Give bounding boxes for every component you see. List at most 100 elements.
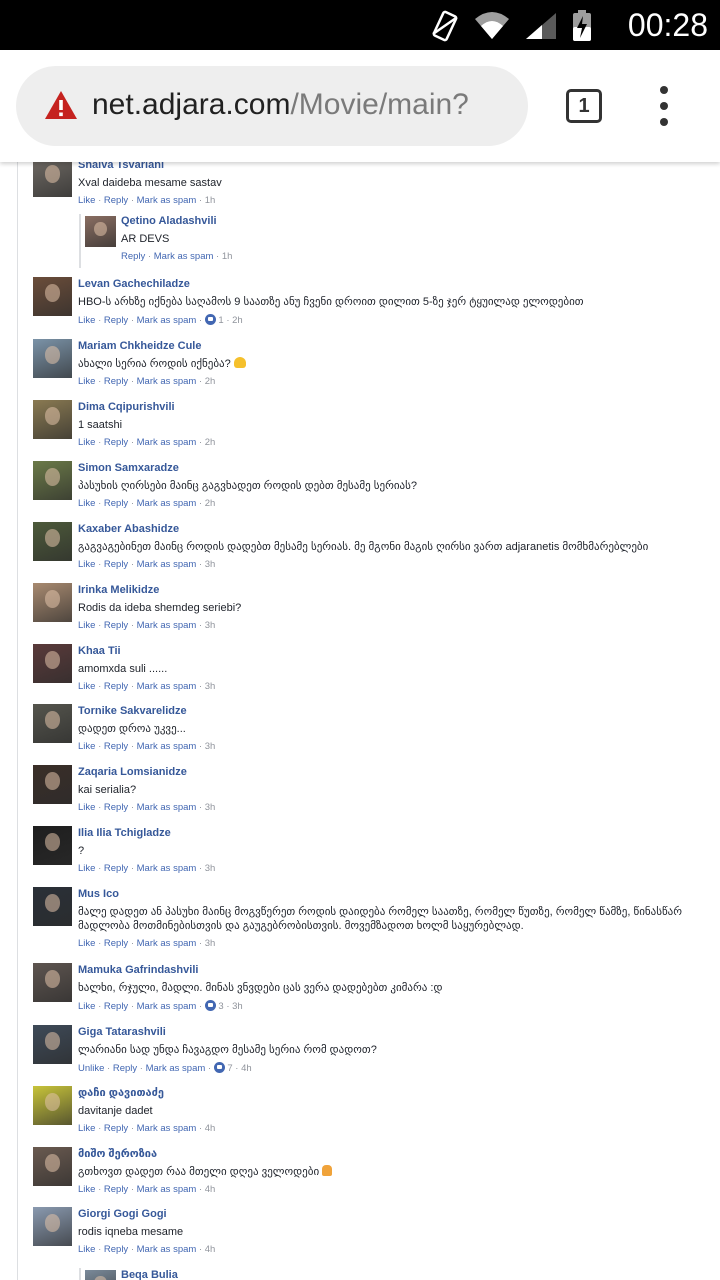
like-thumb-icon[interactable] — [204, 314, 216, 325]
like-link[interactable]: Like — [78, 1123, 95, 1134]
mark-as-spam-link[interactable]: Mark as spam — [137, 1123, 197, 1134]
commenter-name[interactable]: Dima Cqipurishvili — [78, 400, 720, 414]
like-link[interactable]: Like — [78, 1184, 95, 1195]
overflow-menu-icon[interactable] — [652, 86, 676, 126]
commenter-name[interactable]: Qetino Aladashvili — [121, 214, 720, 228]
like-link[interactable]: Like — [78, 1244, 95, 1255]
reply-link[interactable]: Reply — [104, 620, 128, 631]
mark-as-spam-link[interactable]: Mark as spam — [137, 802, 197, 813]
comment-time[interactable]: 3h — [205, 681, 216, 692]
comment-time[interactable]: 4h — [205, 1244, 216, 1255]
mark-as-spam-link[interactable]: Mark as spam — [137, 620, 197, 631]
reply-link[interactable]: Reply — [104, 1123, 128, 1134]
like-count[interactable]: 7 — [225, 1063, 232, 1074]
like-link[interactable]: Like — [78, 681, 95, 692]
comment-time[interactable]: 1h — [205, 195, 216, 206]
avatar[interactable] — [33, 887, 72, 926]
avatar[interactable] — [33, 963, 72, 1002]
comments-feed[interactable]: Shalva Tsvariani Xval daideba mesame sast… — [0, 162, 720, 1280]
mark-as-spam-link[interactable]: Mark as spam — [137, 741, 197, 752]
reply-link[interactable]: Reply — [104, 437, 128, 448]
reply-link[interactable]: Reply — [104, 863, 128, 874]
mark-as-spam-link[interactable]: Mark as spam — [154, 251, 214, 262]
reply-link[interactable]: Reply — [104, 559, 128, 570]
comment-time[interactable]: 2h — [232, 315, 243, 326]
commenter-name[interactable]: Levan Gachechiladze — [78, 277, 720, 291]
avatar[interactable] — [33, 644, 72, 683]
avatar[interactable] — [33, 461, 72, 500]
comment-time[interactable]: 2h — [205, 498, 216, 509]
avatar[interactable] — [33, 400, 72, 439]
reply-link[interactable]: Reply — [104, 1184, 128, 1195]
commenter-name[interactable]: Mamuka Gafrindashvili — [78, 963, 720, 977]
avatar[interactable] — [33, 522, 72, 561]
commenter-name[interactable]: Beqa Bulia — [121, 1268, 720, 1280]
avatar[interactable] — [33, 704, 72, 743]
avatar[interactable] — [33, 162, 72, 197]
like-link[interactable]: Like — [78, 315, 95, 326]
avatar[interactable] — [33, 1086, 72, 1125]
unlike-link[interactable]: Unlike — [78, 1063, 104, 1074]
avatar[interactable] — [33, 1207, 72, 1246]
like-link[interactable]: Like — [78, 938, 95, 949]
comment-time[interactable]: 3h — [205, 938, 216, 949]
commenter-name[interactable]: დაჩი დავითაძე — [78, 1086, 720, 1100]
comment-time[interactable]: 4h — [205, 1184, 216, 1195]
mark-as-spam-link[interactable]: Mark as spam — [137, 1244, 197, 1255]
reply-link[interactable]: Reply — [104, 681, 128, 692]
reply-link[interactable]: Reply — [104, 498, 128, 509]
commenter-name[interactable]: Mus Ico — [78, 887, 720, 901]
mark-as-spam-link[interactable]: Mark as spam — [137, 315, 197, 326]
not-secure-warning-icon[interactable] — [44, 90, 78, 120]
mark-as-spam-link[interactable]: Mark as spam — [137, 437, 197, 448]
avatar[interactable] — [85, 1270, 116, 1280]
like-link[interactable]: Like — [78, 741, 95, 752]
commenter-name[interactable]: Giga Tatarashvili — [78, 1025, 720, 1039]
reply-link[interactable]: Reply — [104, 938, 128, 949]
like-link[interactable]: Like — [78, 437, 95, 448]
reply-link[interactable]: Reply — [121, 251, 145, 262]
like-thumb-icon[interactable] — [204, 1000, 216, 1011]
commenter-name[interactable]: Mariam Chkheidze Cule — [78, 339, 720, 353]
avatar[interactable] — [85, 216, 116, 247]
like-link[interactable]: Like — [78, 1001, 95, 1012]
reply-link[interactable]: Reply — [104, 1244, 128, 1255]
commenter-name[interactable]: Ilia Ilia Tchigladze — [78, 826, 720, 840]
comment-time[interactable]: 4h — [241, 1063, 252, 1074]
mark-as-spam-link[interactable]: Mark as spam — [146, 1063, 206, 1074]
reply-link[interactable]: Reply — [113, 1063, 137, 1074]
address-bar[interactable]: net.adjara.com/Movie/main? — [16, 66, 528, 146]
reply-link[interactable]: Reply — [104, 315, 128, 326]
like-link[interactable]: Like — [78, 863, 95, 874]
avatar[interactable] — [33, 277, 72, 316]
mark-as-spam-link[interactable]: Mark as spam — [137, 681, 197, 692]
comment-time[interactable]: 3h — [205, 802, 216, 813]
comment-time[interactable]: 4h — [205, 1123, 216, 1134]
like-count[interactable]: 1 — [216, 315, 223, 326]
comment-time[interactable]: 3h — [205, 741, 216, 752]
like-link[interactable]: Like — [78, 195, 95, 206]
commenter-name[interactable]: Zaqaria Lomsianidze — [78, 765, 720, 779]
commenter-name[interactable]: Tornike Sakvarelidze — [78, 704, 720, 718]
commenter-name[interactable]: Shalva Tsvariani — [78, 162, 720, 172]
avatar[interactable] — [33, 765, 72, 804]
comment-time[interactable]: 2h — [205, 376, 216, 387]
commenter-name[interactable]: Kaxaber Abashidze — [78, 522, 720, 536]
like-link[interactable]: Like — [78, 802, 95, 813]
mark-as-spam-link[interactable]: Mark as spam — [137, 559, 197, 570]
tab-switcher-button[interactable]: 1 — [566, 89, 602, 123]
like-link[interactable]: Like — [78, 498, 95, 509]
avatar[interactable] — [33, 583, 72, 622]
comment-time[interactable]: 3h — [205, 559, 216, 570]
mark-as-spam-link[interactable]: Mark as spam — [137, 863, 197, 874]
comment-time[interactable]: 1h — [222, 251, 233, 262]
commenter-name[interactable]: Khaa Tii — [78, 644, 720, 658]
commenter-name[interactable]: Giorgi Gogi Gogi — [78, 1207, 720, 1221]
commenter-name[interactable]: Simon Samxaradze — [78, 461, 720, 475]
mark-as-spam-link[interactable]: Mark as spam — [137, 1184, 197, 1195]
comment-time[interactable]: 2h — [205, 437, 216, 448]
mark-as-spam-link[interactable]: Mark as spam — [137, 1001, 197, 1012]
avatar[interactable] — [33, 339, 72, 378]
like-link[interactable]: Like — [78, 620, 95, 631]
comment-time[interactable]: 3h — [205, 620, 216, 631]
